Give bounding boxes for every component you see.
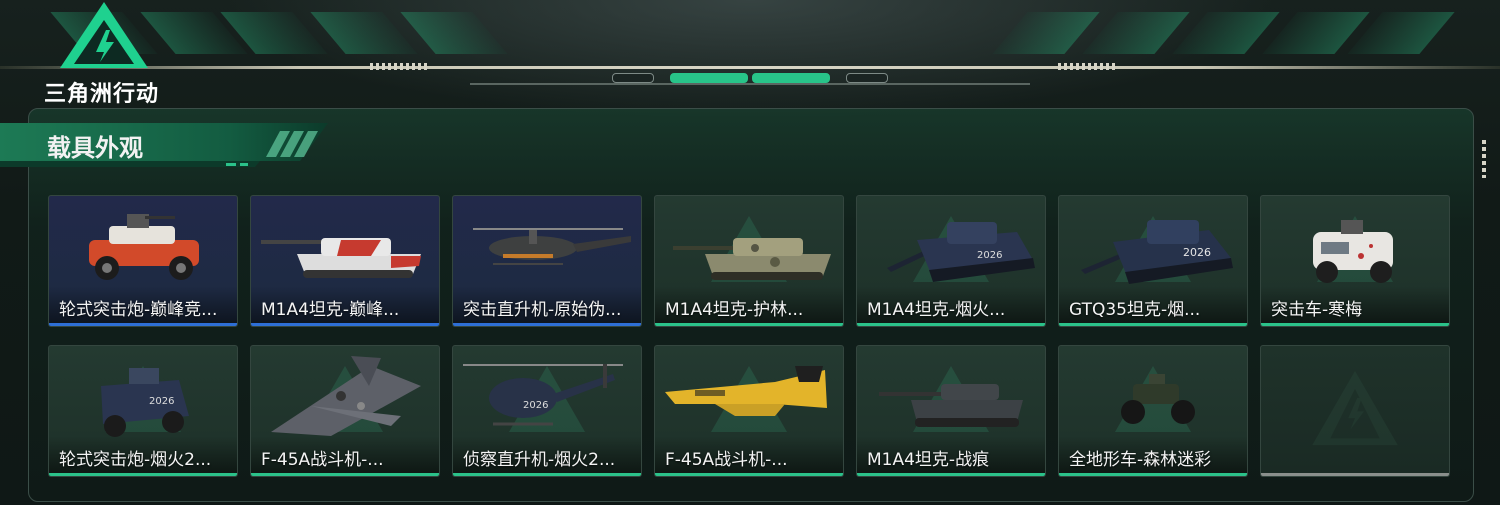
rarity-bar — [49, 473, 237, 476]
rarity-bar — [655, 323, 843, 326]
page-indicator — [612, 72, 888, 84]
empty-vehicle-slot — [1260, 345, 1450, 477]
vehicle-card[interactable]: M1A4坦克-巅峰... — [250, 195, 440, 327]
vehicle-card[interactable]: 突击车-寒梅 — [1260, 195, 1450, 327]
top-header: 三角洲行动 — [0, 0, 1500, 107]
vehicle-card[interactable]: 2026 M1A4坦克-烟火... — [856, 195, 1046, 327]
panel-side-ticks — [1482, 140, 1486, 178]
vehicle-card[interactable]: F-45A战斗机-... — [654, 345, 844, 477]
game-title: 三角洲行动 — [44, 82, 160, 107]
empty-slot-icon — [1312, 370, 1398, 446]
page-indicator-dot-active — [670, 73, 748, 83]
vehicle-card[interactable]: M1A4坦克-战痕 — [856, 345, 1046, 477]
vehicle-card-label: 轮式突击炮-巅峰竞... — [59, 300, 218, 320]
vehicle-card-label: M1A4坦克-烟火... — [867, 300, 1006, 320]
tank-dark-icon — [879, 384, 1023, 427]
rarity-bar — [453, 323, 641, 326]
header-stripe — [400, 12, 508, 54]
vehicle-card-label: M1A4坦克-战痕 — [867, 450, 990, 470]
vehicle-card-label: F-45A战斗机-... — [665, 450, 788, 470]
attack-helicopter-icon — [473, 228, 631, 265]
rarity-bar — [857, 473, 1045, 476]
section-title: 载具外观 — [47, 134, 143, 162]
rarity-bar — [655, 473, 843, 476]
rarity-bar — [49, 323, 237, 326]
header-ticks — [1058, 63, 1118, 70]
header-divider — [0, 66, 1500, 69]
header-stripe — [1082, 12, 1190, 54]
rarity-bar — [1261, 473, 1449, 476]
atv-icon — [1121, 374, 1195, 424]
svg-text:2026: 2026 — [1183, 246, 1211, 259]
vehicle-card-label: 轮式突击炮-烟火2... — [59, 450, 212, 470]
vehicle-card-label: F-45A战斗机-... — [261, 450, 384, 470]
rarity-bar — [251, 473, 439, 476]
vehicle-card-label: 侦察直升机-烟火2... — [463, 450, 616, 470]
vehicle-card-label: 突击直升机-原始伪... — [463, 300, 622, 320]
rarity-bar — [1059, 323, 1247, 326]
svg-text:2026: 2026 — [523, 400, 548, 411]
assault-vehicle-white-icon — [1313, 220, 1393, 283]
armored-vehicle-navy-icon: 2026 — [101, 368, 189, 437]
vehicle-card[interactable]: 突击直升机-原始伪... — [452, 195, 642, 327]
rarity-bar — [251, 323, 439, 326]
header-stripe — [992, 12, 1100, 54]
game-logo: 三角洲行动 — [44, 0, 184, 107]
header-stripe — [1172, 12, 1280, 54]
rarity-bar — [1261, 323, 1449, 326]
rarity-bar — [1059, 473, 1247, 476]
tank-red-white-icon — [261, 238, 421, 278]
vehicle-card[interactable]: M1A4坦克-护林... — [654, 195, 844, 327]
vehicle-card-label: 全地形车-森林迷彩 — [1069, 450, 1212, 470]
scout-helicopter-icon: 2026 — [463, 364, 623, 426]
rarity-bar — [453, 473, 641, 476]
vehicle-card-label: 突击车-寒梅 — [1271, 300, 1363, 320]
svg-text:2026: 2026 — [149, 396, 174, 407]
rarity-bar — [857, 323, 1045, 326]
tank-camo-icon — [673, 238, 831, 280]
header-stripe — [310, 12, 418, 54]
delta-logo-icon — [60, 2, 148, 68]
page-indicator-dot — [612, 73, 654, 83]
header-ticks — [370, 63, 430, 70]
page-indicator-dot-active — [752, 73, 830, 83]
fighter-jet-yellow-icon — [665, 366, 827, 416]
vehicle-card-label: GTQ35坦克-烟... — [1069, 300, 1201, 320]
vehicle-card-label: M1A4坦克-巅峰... — [261, 300, 400, 320]
tank-navy-icon: 2026 — [887, 222, 1035, 282]
armored-vehicle-red-icon — [89, 214, 199, 280]
vehicle-card[interactable]: 2026 GTQ35坦克-烟... — [1058, 195, 1248, 327]
vehicle-card[interactable]: 轮式突击炮-巅峰竞... — [48, 195, 238, 327]
vehicle-card[interactable]: 全地形车-森林迷彩 — [1058, 345, 1248, 477]
fighter-jet-camo-icon — [271, 356, 421, 436]
tank-navy-2026-icon: 2026 — [1081, 220, 1233, 284]
vehicle-card-label: M1A4坦克-护林... — [665, 300, 804, 320]
svg-text:2026: 2026 — [977, 250, 1002, 261]
page-indicator-dot — [846, 73, 888, 83]
vehicle-card[interactable]: 2026 轮式突击炮-烟火2... — [48, 345, 238, 477]
vehicle-card[interactable]: F-45A战斗机-... — [250, 345, 440, 477]
vehicle-card[interactable]: 2026 侦察直升机-烟火2... — [452, 345, 642, 477]
